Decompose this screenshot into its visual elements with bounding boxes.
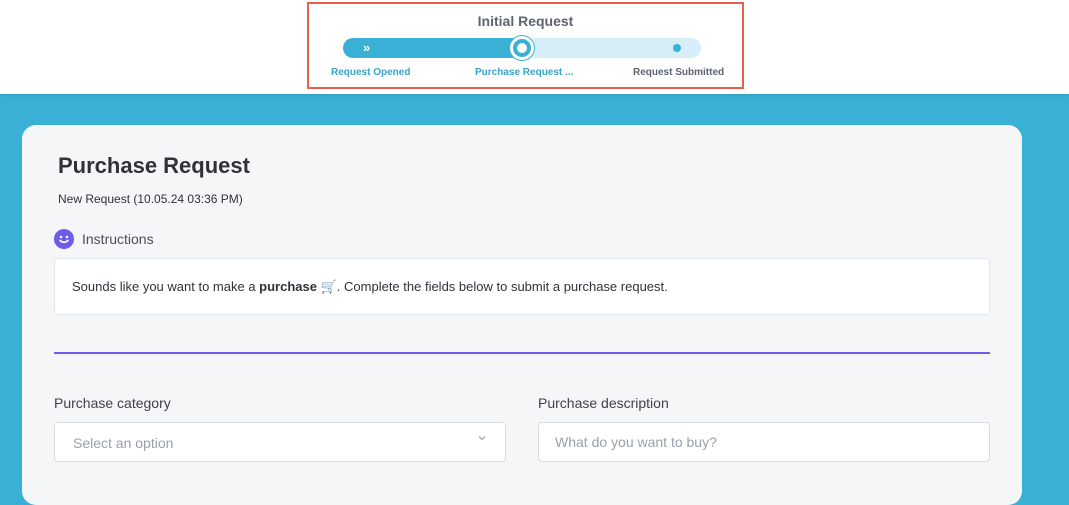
final-step-node[interactable] [673, 44, 681, 52]
instructions-text-end: . Complete the fields below to submit a … [336, 279, 668, 294]
progress-fill: » [343, 38, 522, 58]
chevron-down-icon [478, 436, 486, 441]
section-divider [54, 352, 990, 354]
instructions-text-start: Sounds like you want to make a [72, 279, 260, 294]
top-bar: Initial Request » Request Opened Purchas… [0, 0, 1069, 94]
purchase-description-label: Purchase description [538, 395, 669, 411]
current-step-node[interactable] [510, 36, 534, 60]
instructions-text-bold: purchase [259, 279, 317, 294]
progress-stepper: Initial Request » Request Opened Purchas… [307, 2, 744, 89]
step-label-request-opened[interactable]: Request Opened [331, 67, 410, 78]
instructions-label: Instructions [82, 231, 154, 247]
form-card: Purchase Request New Request (10.05.24 0… [22, 125, 1022, 505]
step-label-request-submitted[interactable]: Request Submitted [633, 67, 724, 78]
purchase-category-label: Purchase category [54, 395, 171, 411]
purchase-category-placeholder: Select an option [73, 435, 174, 451]
instructions-box: Sounds like you want to make a purchase … [54, 258, 990, 315]
request-subtitle: New Request (10.05.24 03:36 PM) [58, 192, 243, 206]
stepper-title: Initial Request [477, 13, 574, 29]
instructions-text: Sounds like you want to make a purchase … [72, 279, 668, 295]
smiley-icon [54, 229, 74, 249]
step-label-purchase-request[interactable]: Purchase Request ... [475, 67, 573, 78]
page-title: Purchase Request [58, 153, 250, 178]
purchase-description-input[interactable] [538, 422, 990, 462]
progress-track: » [343, 36, 701, 60]
purchase-category-select[interactable]: Select an option [54, 422, 506, 462]
cart-icon: 🛒 [320, 279, 337, 294]
double-chevron-right-icon: » [363, 40, 370, 55]
